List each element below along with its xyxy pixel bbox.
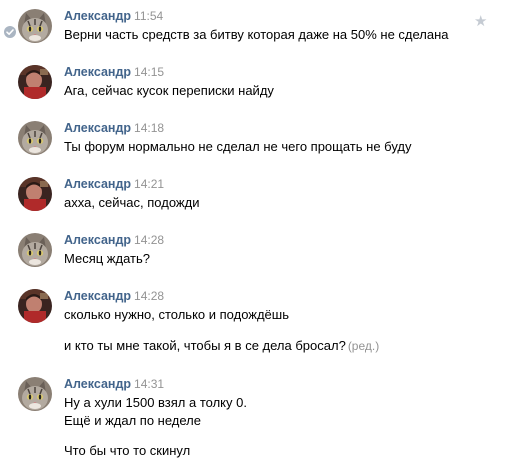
cat-avatar[interactable] bbox=[18, 377, 52, 411]
message-text: Ты форум нормально не сделал не чего про… bbox=[64, 139, 412, 154]
message-item[interactable]: Александр 14:21 ахха, сейчас, подожди bbox=[0, 176, 512, 216]
message-header: Александр 14:15 bbox=[64, 64, 164, 80]
message-item[interactable]: Александр 14:18 Ты форум нормально не сде… bbox=[0, 120, 512, 160]
author-name[interactable]: Александр bbox=[64, 65, 131, 79]
message-text: и кто ты мне такой, чтобы я в се дела бр… bbox=[64, 338, 346, 353]
message-time[interactable]: 14:15 bbox=[134, 65, 164, 79]
message-time[interactable]: 14:31 bbox=[134, 377, 164, 391]
message-item[interactable]: Александр 14:28 сколько нужно, столько и … bbox=[0, 288, 512, 356]
message-item[interactable]: Александр 14:15 Ага, сейчас кусок перепис… bbox=[0, 64, 512, 104]
message-time[interactable]: 14:18 bbox=[134, 121, 164, 135]
message-time[interactable]: 11:54 bbox=[134, 9, 163, 23]
message-header: Александр 14:28 bbox=[64, 232, 164, 248]
author-name[interactable]: Александр bbox=[64, 289, 131, 303]
author-name[interactable]: Александр bbox=[64, 377, 131, 391]
edited-label[interactable]: (ред.) bbox=[348, 339, 379, 353]
message-header: Александр 11:54 bbox=[64, 8, 163, 24]
photo-avatar[interactable] bbox=[18, 65, 52, 99]
cat-avatar[interactable] bbox=[18, 121, 52, 155]
message-header: Александр 14:21 bbox=[64, 176, 164, 192]
message-text: Что бы что то скинул bbox=[64, 443, 191, 458]
message-header: Александр 14:18 bbox=[64, 120, 164, 136]
message-text: ахха, сейчас, подожди bbox=[64, 195, 200, 210]
star-icon[interactable]: ★ bbox=[474, 14, 487, 29]
message-text: сколько нужно, столько и подождёшь bbox=[64, 307, 289, 322]
message-time[interactable]: 14:28 bbox=[134, 289, 164, 303]
cat-avatar[interactable] bbox=[18, 9, 52, 43]
message-item[interactable]: Александр 14:31 Ну а хули 1500 взял а тол… bbox=[0, 376, 512, 466]
message-text: Ага, сейчас кусок переписки найду bbox=[64, 83, 274, 98]
message-text: Месяц ждать? bbox=[64, 251, 150, 266]
message-text: Ну а хули 1500 взял а толку 0. bbox=[64, 395, 247, 410]
checkmark-icon bbox=[4, 26, 16, 38]
author-name[interactable]: Александр bbox=[64, 121, 131, 135]
message-time[interactable]: 14:28 bbox=[134, 233, 164, 247]
author-name[interactable]: Александр bbox=[64, 233, 131, 247]
message-text: Верни часть средств за битву которая даж… bbox=[64, 27, 449, 42]
message-header: Александр 14:31 bbox=[64, 376, 164, 392]
photo-avatar[interactable] bbox=[18, 177, 52, 211]
photo-avatar[interactable] bbox=[18, 289, 52, 323]
message-header: Александр 14:28 bbox=[64, 288, 164, 304]
message-time[interactable]: 14:21 bbox=[134, 177, 164, 191]
message-text-edited-line: и кто ты мне такой, чтобы я в се дела бр… bbox=[64, 337, 379, 355]
message-item[interactable]: Александр 14:28 Месяц ждать? bbox=[0, 232, 512, 272]
author-name[interactable]: Александр bbox=[64, 9, 131, 23]
message-item[interactable]: Александр 11:54 Верни часть средств за би… bbox=[0, 8, 512, 48]
cat-avatar[interactable] bbox=[18, 233, 52, 267]
author-name[interactable]: Александр bbox=[64, 177, 131, 191]
message-text: Ещё и ждал по неделе bbox=[64, 413, 201, 428]
